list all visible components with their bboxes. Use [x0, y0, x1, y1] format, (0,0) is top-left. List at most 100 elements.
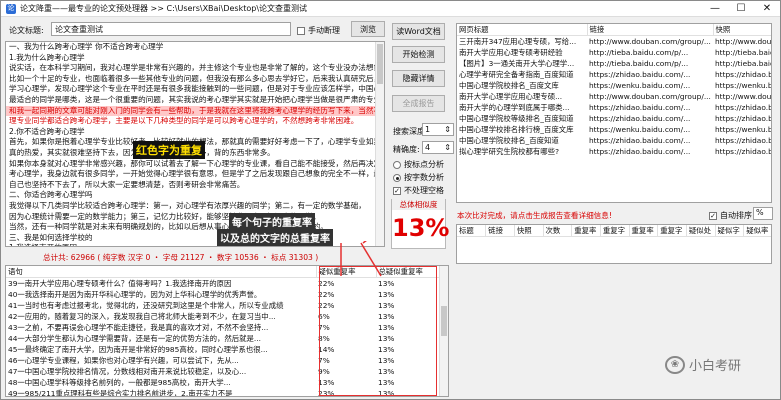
- spinner-arrows-icon[interactable]: ⇕: [444, 143, 451, 152]
- compare-col-header[interactable]: 重复字: [657, 225, 687, 237]
- compare-col-header[interactable]: 标题: [457, 225, 487, 237]
- table-cell: 中国心理学院校排名_百度知道: [459, 136, 559, 145]
- search-depth-spinner[interactable]: 1 ⇕: [422, 123, 454, 136]
- paper-text-line: 最适合的同学是哪类，这是一个很重要的问题，其实我说的考心理学其实就是开始把心理学…: [9, 94, 384, 104]
- arrow-line-2: [360, 242, 382, 277]
- table-cell: https://zhidao.bai...: [715, 136, 771, 145]
- precision-value: 4: [425, 143, 431, 152]
- radio-circle[interactable]: [393, 160, 401, 169]
- compare-col-header[interactable]: 疑似字: [715, 225, 745, 237]
- precision-spinner[interactable]: 4 ⇕: [422, 141, 454, 154]
- table-cell: http://tieba.baidu.com/p/...: [589, 59, 689, 68]
- search-depth-value: 1: [425, 125, 431, 134]
- compare-col-header[interactable]: 疑似率: [743, 225, 771, 237]
- compare-col-header[interactable]: 疑似处: [686, 225, 716, 237]
- compare-col-header[interactable]: 重复率: [571, 225, 601, 237]
- manual-break-checkbox[interactable]: 手动断理: [297, 25, 340, 36]
- paper-text-line: 学习心理学，发现心理学这个专业在平时还是有很多我能接触到的一些问题，但是对于专业…: [9, 84, 384, 94]
- web-col-header[interactable]: 快照: [713, 24, 771, 36]
- paper-text-line: 考心理学，我身边就有很多同学，一开始觉得心理学很有意思，但是学了之后发现跟自己想…: [9, 169, 384, 179]
- table-row[interactable]: 中国心理学校排名排行榜_百度文库 https://wenku.baidu.com/…: [457, 124, 772, 135]
- table-row[interactable]: 中国心理学院校排名_百度文库 https://wenku.baidu.com/..…: [457, 80, 771, 91]
- table-cell: https://zhidao.baidu.com/...: [589, 103, 691, 112]
- table-row[interactable]: 【图片】3一通关南开大学心理学... http://tieba.baidu.com…: [457, 58, 771, 69]
- annotation-arrows: [340, 241, 382, 277]
- watermark: ❀ 小白考研: [665, 355, 741, 374]
- scrollbar-thumb[interactable]: [377, 44, 383, 84]
- sort-dropdown[interactable]: %: [753, 207, 773, 220]
- table-cell: 40一我选择南开是因为南开华科心理学的，因为对上华科心理学的优秀声誉。: [8, 290, 262, 299]
- table-cell: https://wenku.baid...: [715, 125, 772, 134]
- maximize-button[interactable]: ☐: [728, 1, 754, 16]
- compare-detail-table[interactable]: 标题 链接 快照 次数 重复率 重复字 重复率 重复字 疑似处 疑似字 疑似率: [456, 224, 772, 264]
- wechat-icon: ❀: [665, 355, 685, 374]
- paper-text-line: 2.你不适合跨考心理学: [9, 126, 85, 136]
- paper-text-line: 和我一起同期的文章可能对刚入门的同学会有一些帮助，于是我就在这里将我跨考心理学的…: [6, 105, 384, 117]
- browse-button[interactable]: 浏览: [351, 21, 385, 37]
- col-sentence[interactable]: 语句: [6, 266, 317, 278]
- arrow-line-3: [362, 241, 367, 244]
- table-row[interactable]: 南开大学心理学应用心理专硕... http://www.douban.com/gr…: [457, 91, 772, 102]
- table-cell: https://zhidao.baidu.com/...: [589, 136, 691, 145]
- table-row[interactable]: 中国心理学院校排名_百度知道 https://zhidao.baidu.com/.…: [457, 135, 771, 146]
- table-cell: 中国心理学院校排名_百度文库: [459, 81, 559, 90]
- auto-sort-checkbox[interactable]: ✓ 自动排序: [709, 210, 752, 221]
- table-cell: 南开大学的心理学到底属于哪类...: [459, 103, 570, 112]
- auto-sort-label: 自动排序: [720, 211, 752, 220]
- compare-col-header[interactable]: 重复字: [600, 225, 630, 237]
- ignore-space-label: 不处理空格: [404, 186, 444, 195]
- compare-col-header[interactable]: 快照: [514, 225, 544, 237]
- table-cell: https://wenku.baidu.com/...: [589, 125, 691, 134]
- compare-col-header[interactable]: 重复率: [629, 225, 659, 237]
- scrollbar-thumb[interactable]: [441, 306, 447, 336]
- hide-detail-button[interactable]: 隐藏详情: [392, 70, 445, 87]
- mode-word-radio[interactable]: 按字数分析: [393, 172, 444, 183]
- minimize-button[interactable]: —: [702, 1, 728, 16]
- table-row[interactable]: 南开大学的心理学到底属于哪类... https://zhidao.baidu.co…: [457, 102, 771, 113]
- paper-text-line: 一、我为什么跨考心理学 你不适合跨考心理学: [9, 42, 164, 51]
- table-row[interactable]: 南开大学应用心理专硕考研经验 http://tieba.baidu.com/p/.…: [457, 47, 771, 58]
- paper-text-scrollbar[interactable]: [375, 42, 384, 246]
- table-cell: 43一之前，不要再误会心理学不能走捷径，我是真的喜欢才对，不然不会坚持...: [8, 323, 269, 332]
- app-icon: 论: [6, 3, 16, 14]
- table-cell: http://tieba.baidu...: [715, 48, 771, 57]
- manual-break-label: 手动断理: [308, 26, 340, 35]
- full-report-button[interactable]: 全成报告: [392, 95, 445, 112]
- window-title: 论文降重——最专业的论文预处理器 >> C:\Users\XBai\Deskto…: [20, 4, 308, 13]
- checkbox-box[interactable]: [297, 26, 305, 35]
- read-word-button[interactable]: 读Word文档: [392, 23, 445, 40]
- table-cell: https://wenku.baidu.com/...: [589, 81, 691, 90]
- start-detect-button[interactable]: 开始检测: [392, 46, 445, 63]
- web-results-table[interactable]: 网页标题 链接 快照 三开南开347应用心理专硕，写给... http://www.d…: [456, 23, 772, 203]
- table-row[interactable]: 心理学考研完全备考指南_百度知道 https://zhidao.baidu.com…: [457, 69, 771, 80]
- sentence-table-scrollbar[interactable]: [439, 266, 448, 396]
- radio-circle[interactable]: [393, 173, 401, 182]
- paper-title-label: 论文标题:: [9, 26, 44, 35]
- checkbox-box[interactable]: ✓: [393, 186, 401, 195]
- paper-text-line: 比如一个十足的专业，也面临着很多一些其他专业的问题，但我没有那么多心思去学好它，…: [9, 73, 384, 83]
- table-cell: http://www.douban.com/group/...: [589, 37, 711, 46]
- paper-text-line: 因为心理统计需要一定的数学能力；第三，记忆力比较好，能够坚持背诵大量知识点的同学…: [9, 211, 321, 221]
- checkbox-box[interactable]: ✓: [709, 211, 717, 220]
- table-cell: https://zhidao.baidu.com/...: [589, 114, 691, 123]
- table-row[interactable]: 拟心理学研究生院校都有哪些? https://zhidao.baidu.com/.…: [457, 146, 771, 157]
- paper-text-line: 理专业同学都适合跨考心理学，主要是以下几种类型的同学是可以跨考心理学的，不然想跨…: [9, 116, 359, 126]
- table-row[interactable]: 中国心理学院校等级排名_百度知道 https://zhidao.baidu.com…: [457, 113, 771, 124]
- mode-sentence-radio[interactable]: 按标点分析: [393, 159, 444, 170]
- table-row[interactable]: 三开南开347应用心理专硕，写给... http://www.douban.com…: [457, 36, 771, 48]
- table-cell: 三开南开347应用心理专硕，写给...: [459, 37, 577, 46]
- close-button[interactable]: ✕: [754, 1, 780, 16]
- table-cell: http://www.douban...: [715, 92, 772, 101]
- compare-col-header[interactable]: 次数: [543, 225, 573, 237]
- table-cell: https://zhidao.baidu.com/...: [589, 147, 691, 156]
- paper-text-line: 自己也坚持不下去了，所以大家一定要想清楚，否则考研会非常痛苦。: [9, 179, 245, 189]
- spinner-arrows-icon[interactable]: ⇕: [444, 125, 451, 134]
- web-col-header[interactable]: 网页标题: [457, 24, 588, 36]
- web-col-header[interactable]: 链接: [587, 24, 714, 36]
- annotation-red-repeat: 红色字为重复: [133, 141, 205, 159]
- compare-col-header[interactable]: 链接: [485, 225, 515, 237]
- status-message: 本次比对完成，请点击生成报告查看详细信息!: [457, 211, 612, 220]
- table-cell: 中国心理学校排名排行榜_百度文库: [459, 125, 574, 134]
- paper-title-input[interactable]: 论文查重测试: [51, 22, 291, 36]
- ignore-space-checkbox[interactable]: ✓ 不处理空格: [393, 185, 444, 196]
